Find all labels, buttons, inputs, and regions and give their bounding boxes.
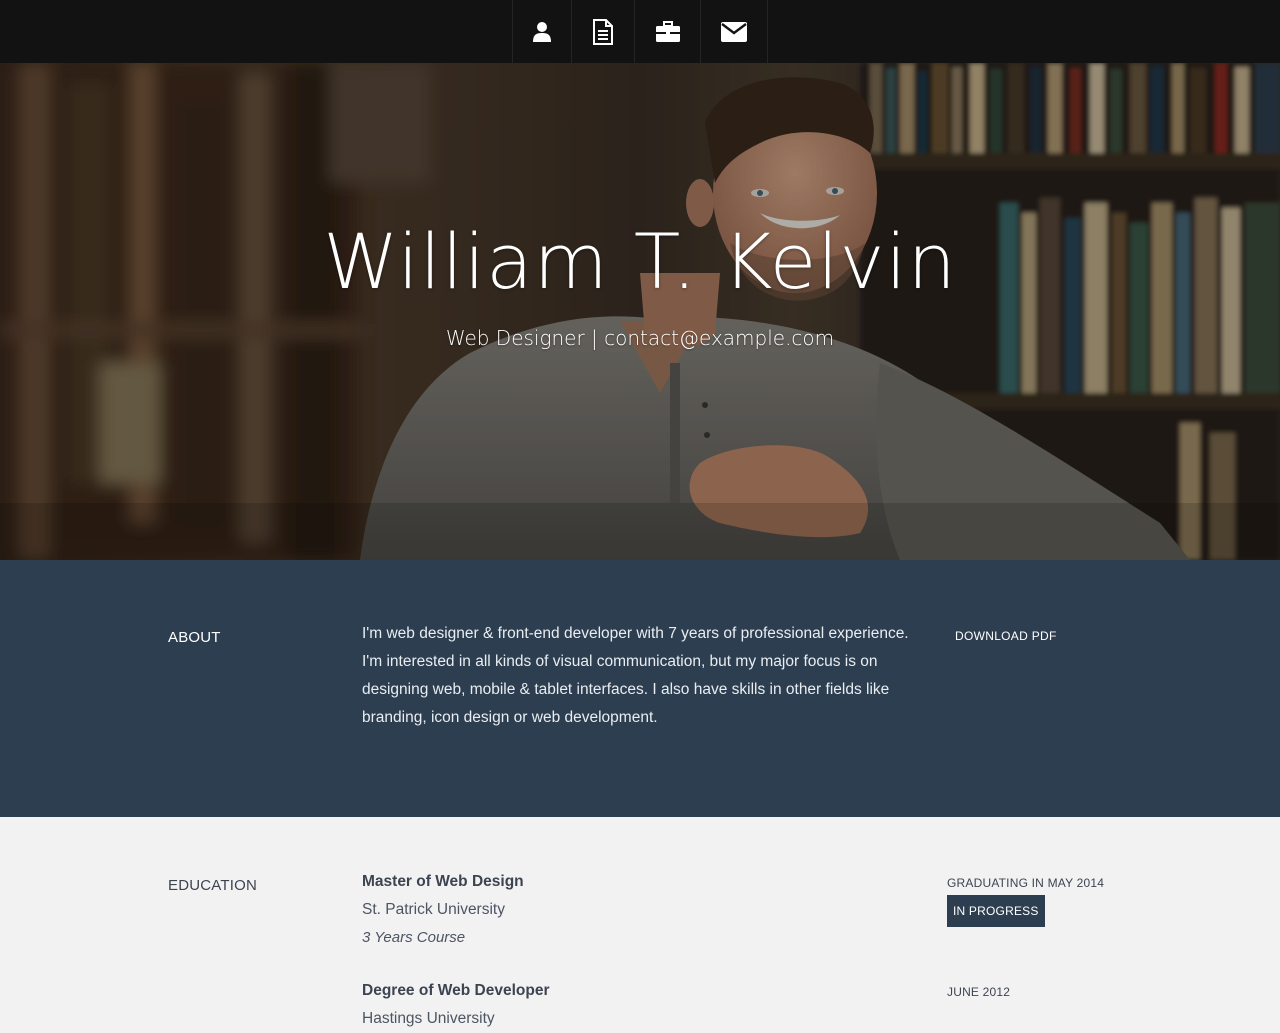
about-section: About I'm web designer & front-end devel… [0, 560, 1280, 817]
download-pdf-link[interactable]: Download PDF [955, 629, 1057, 643]
status-badge: In Progress [947, 895, 1045, 927]
hero-overlay [0, 63, 1280, 560]
nav-contact-button[interactable] [701, 0, 768, 63]
education-school: St. Patrick University [362, 901, 505, 918]
education-label: Education [168, 877, 258, 894]
top-nav [0, 0, 1280, 63]
education-course: 3 Years Course [362, 929, 466, 946]
briefcase-icon [655, 20, 680, 42]
education-date: Graduating in May 2014 [947, 876, 1105, 890]
hero-section: William T. Kelvin Web Designer | contact… [0, 63, 1280, 560]
document-icon [593, 18, 613, 45]
nav-resume-button[interactable] [572, 0, 635, 63]
education-date: June 2012 [947, 985, 1011, 999]
education-title: Degree of Web Developer [362, 982, 550, 999]
education-entry: Degree of Web Developer Hastings Univers… [362, 977, 922, 1033]
about-label: About [168, 629, 221, 646]
envelope-icon [721, 21, 747, 42]
user-icon [533, 21, 551, 42]
nav-portfolio-button[interactable] [635, 0, 701, 63]
education-section: Education Master of Web Design St. Patri… [0, 817, 1280, 1027]
education-school: Hastings University [362, 1010, 495, 1027]
education-title: Master of Web Design [362, 873, 524, 890]
about-text: I'm web designer & front-end developer w… [362, 625, 909, 726]
nav-icon-group [512, 0, 768, 63]
education-entry: Master of Web Design St. Patrick Univers… [362, 868, 922, 952]
hero-name: William T. Kelvin [323, 217, 957, 306]
hero-subtitle: Web Designer | contact@example.com [445, 326, 835, 350]
nav-about-button[interactable] [513, 0, 572, 63]
